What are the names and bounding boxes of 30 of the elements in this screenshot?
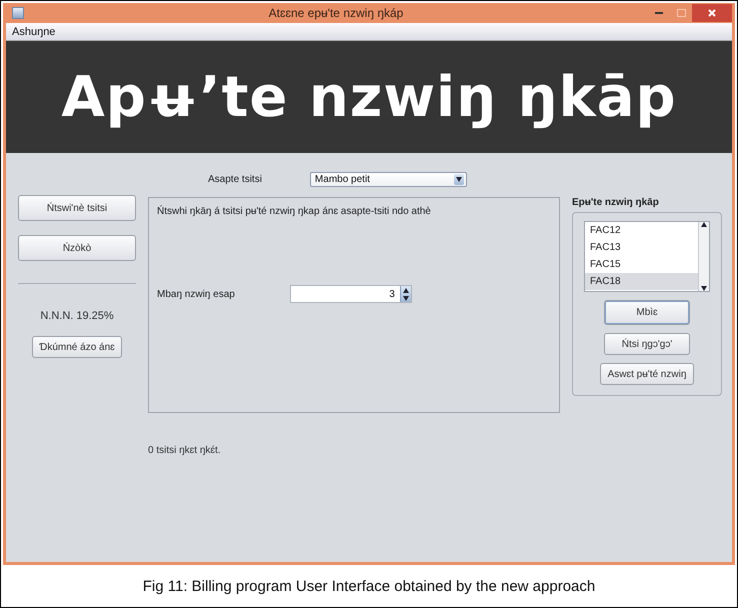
figure-caption: Fig 11: Billing program User Interface obtained by the new approach <box>142 576 596 596</box>
instruction-text: Ńtswhi ŋkāŋ á tsitsi pʉ'té nzwiŋ ŋkap ánɛ asapte-tsiti ndo athè <box>157 206 432 217</box>
close-icon <box>708 9 716 17</box>
window-title: Atɛɛne epʉ'te nzwiŋ ŋkáp <box>268 6 404 20</box>
quantity-label: Mbaŋ nzwiŋ esap <box>157 288 235 300</box>
category-dropdown[interactable]: Mambo petit <box>310 172 467 186</box>
action-button[interactable]: Ńtsi ŋgɔ'gɔ' <box>604 333 690 355</box>
status-text: 0 tsitsi ŋkɛt ŋkɛ́t. <box>148 445 222 456</box>
action-button[interactable]: Ńzòkò <box>18 235 136 261</box>
action-button[interactable]: Aswɛt pʉ'té nzwiŋ <box>600 363 694 385</box>
scroll-down-icon[interactable] <box>701 286 707 291</box>
maximize-icon <box>676 9 686 17</box>
spin-up-icon[interactable] <box>402 288 409 292</box>
tax-rate-text: N.N.N. 19.25% <box>39 310 115 322</box>
banner-title: Apʉ’te nzwiŋ ŋkāp <box>61 64 677 130</box>
dropdown-arrow-icon[interactable] <box>456 176 462 182</box>
group-title: Epʉ'te nzwiŋ ŋkāp <box>572 197 660 208</box>
quantity-spinner[interactable]: 3 <box>290 285 412 303</box>
scroll-bar[interactable] <box>698 222 709 291</box>
menu-item[interactable]: Ashuŋne <box>12 26 56 38</box>
app-icon <box>12 7 24 19</box>
category-label: Asapte tsitsi <box>208 174 262 184</box>
list-item[interactable]: FAC18 <box>585 273 698 290</box>
scroll-up-icon[interactable] <box>701 222 707 227</box>
close-button[interactable] <box>692 4 732 22</box>
action-button[interactable]: Ńtswi'nè tsitsi <box>18 195 136 221</box>
action-button[interactable]: Mbìɛ <box>604 300 690 325</box>
minimize-icon <box>655 12 663 14</box>
spin-down-icon[interactable] <box>402 296 409 300</box>
action-button[interactable]: Ɗkúmné ázo ánɛ <box>32 336 122 358</box>
